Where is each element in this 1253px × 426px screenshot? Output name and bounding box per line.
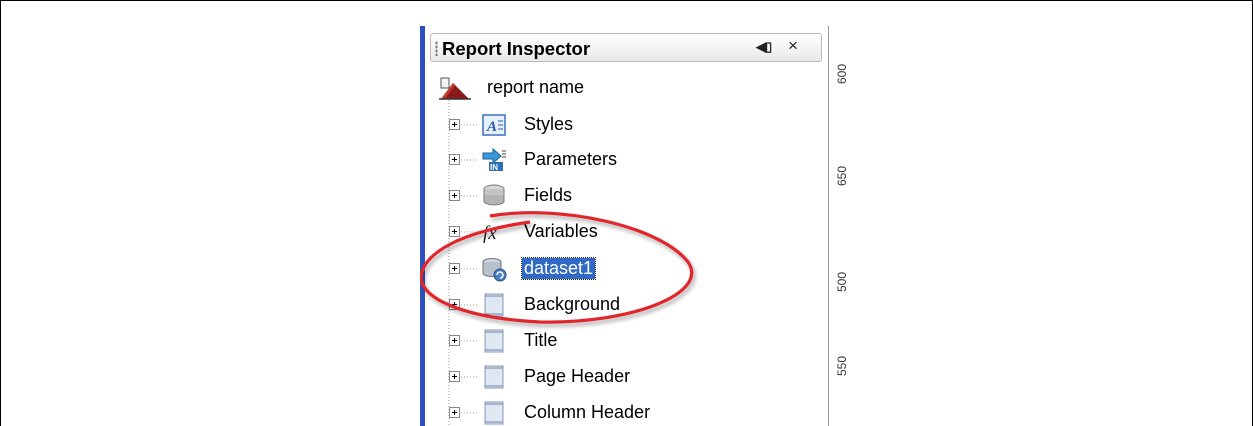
report-icon (439, 77, 471, 100)
expand-toggle[interactable] (449, 299, 460, 310)
tree-root-label: report name (487, 77, 585, 97)
expand-toggle[interactable] (449, 226, 460, 237)
expand-toggle[interactable] (449, 263, 460, 274)
ruler-tick-label: 650 (835, 166, 849, 187)
tree-item-label: Column Header (524, 402, 651, 422)
tree-item-page-header[interactable]: Page Header (425, 360, 825, 394)
svg-text:A: A (486, 119, 497, 135)
ruler-tick-label: 600 (835, 64, 849, 85)
tree-item-column-header[interactable]: Column Header (425, 396, 825, 426)
tree-item-label-selected[interactable]: dataset1 (520, 257, 597, 280)
tree-item-label: Title (524, 330, 558, 350)
expand-toggle[interactable] (449, 119, 460, 130)
band-icon (484, 365, 504, 389)
tree-item-dataset1[interactable]: dataset1 (425, 252, 825, 286)
report-inspector-window: Report Inspector ◀▯ × report name A Styl… (420, 26, 850, 426)
band-icon (484, 401, 504, 425)
tree-item-title[interactable]: Title (425, 324, 825, 358)
tree-item-background[interactable]: Background (425, 288, 825, 322)
ruler-tick-label: 550 (835, 356, 849, 377)
band-icon (484, 329, 504, 353)
tree-item-label: Fields (524, 185, 573, 205)
svg-text:fx: fx (483, 223, 497, 244)
report-inspector-panel: Report Inspector ◀▯ × report name A Styl… (425, 26, 828, 426)
dataset-icon (482, 258, 507, 282)
fields-icon (483, 184, 505, 206)
ruler-tick-label: 500 (835, 272, 849, 293)
tree-item-variables[interactable]: fx Variables (425, 215, 825, 249)
svg-text:IN: IN (490, 163, 498, 172)
tree-item-label: Background (524, 294, 621, 314)
tree-item-parameters[interactable]: IN Parameters (425, 143, 825, 177)
styles-icon: A (482, 114, 506, 136)
expand-toggle[interactable] (449, 407, 460, 418)
expand-toggle[interactable] (449, 190, 460, 201)
band-icon (484, 293, 504, 317)
variables-icon: fx (483, 223, 497, 244)
vertical-ruler: 600 650 500 550 (828, 26, 850, 426)
expand-toggle[interactable] (449, 154, 460, 165)
tree-item-styles[interactable]: A Styles (425, 108, 825, 142)
tree-item-label: Styles (524, 114, 574, 134)
tree-item-label: Variables (524, 221, 598, 241)
tree-item-label: Parameters (524, 149, 618, 169)
tree-root-report[interactable]: report name (425, 70, 825, 104)
tree-item-fields[interactable]: Fields (425, 179, 825, 213)
expand-toggle[interactable] (449, 335, 460, 346)
parameters-icon: IN (482, 147, 506, 172)
tree-item-label: Page Header (524, 366, 631, 386)
expand-toggle[interactable] (449, 371, 460, 382)
